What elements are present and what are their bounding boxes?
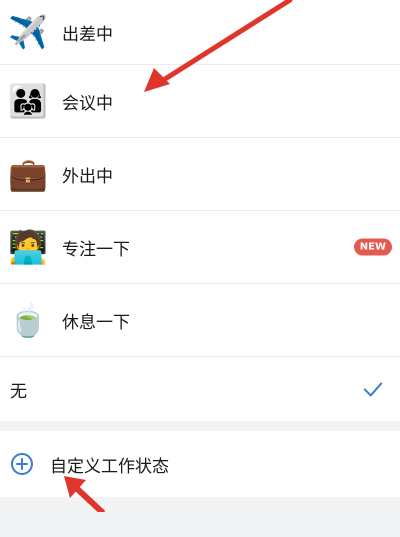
status-list: ✈️ 出差中 👨‍👩‍👧 会议中 💼 外出中 🧑‍💻 专注一下 NEW 🍵 休息… bbox=[0, 0, 400, 537]
status-item-meeting[interactable]: 👨‍👩‍👧 会议中 bbox=[0, 65, 400, 138]
status-label: 休息一下 bbox=[62, 312, 130, 333]
status-label: 专注一下 bbox=[62, 239, 130, 260]
briefcase-icon: 💼 bbox=[8, 155, 48, 193]
footer-spacer bbox=[0, 497, 400, 537]
status-label: 无 bbox=[10, 381, 27, 402]
plus-circle-icon bbox=[11, 453, 33, 475]
section-divider bbox=[0, 421, 400, 431]
checkmark-icon bbox=[363, 382, 383, 397]
status-label: 外出中 bbox=[62, 166, 113, 187]
status-item-rest[interactable]: 🍵 休息一下 bbox=[0, 284, 400, 357]
status-label: 出差中 bbox=[62, 24, 113, 45]
custom-status-label: 自定义工作状态 bbox=[50, 456, 169, 477]
status-item-none[interactable]: 无 bbox=[0, 357, 400, 421]
status-label: 会议中 bbox=[62, 93, 113, 114]
meeting-people-icon: 👨‍👩‍👧 bbox=[8, 82, 48, 120]
teacup-icon: 🍵 bbox=[8, 301, 48, 339]
status-item-out[interactable]: 💼 外出中 bbox=[0, 138, 400, 211]
custom-status-button[interactable]: 自定义工作状态 bbox=[0, 431, 400, 497]
laptop-face-icon: 🧑‍💻 bbox=[8, 228, 48, 266]
new-badge: NEW bbox=[353, 238, 392, 256]
airplane-icon: ✈️ bbox=[8, 13, 48, 51]
status-item-focus[interactable]: 🧑‍💻 专注一下 NEW bbox=[0, 211, 400, 284]
status-item-business-trip[interactable]: ✈️ 出差中 bbox=[0, 0, 400, 65]
